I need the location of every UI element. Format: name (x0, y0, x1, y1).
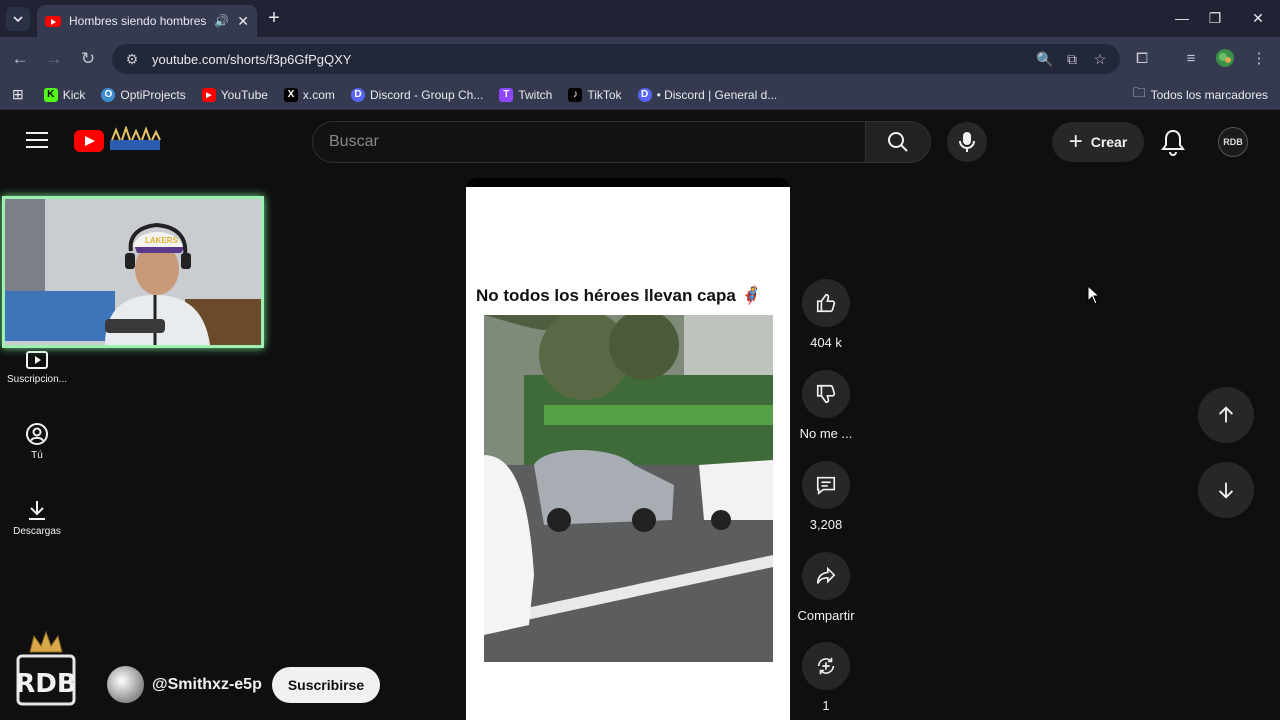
channel-banner-logo-icon (110, 126, 161, 150)
tab-title: Hombres siendo hombres # (69, 14, 207, 28)
menu-kebab-icon[interactable]: ⋮ (1248, 48, 1270, 70)
street-scene-image (484, 315, 773, 662)
remix-button[interactable] (802, 642, 850, 690)
search-button[interactable] (865, 121, 931, 163)
create-button[interactable]: + Crear (1052, 122, 1144, 162)
next-short-button[interactable] (1198, 462, 1254, 518)
bookmarks-bar: ⊞ K Kick O OptiProjects ▶ YouTube Xx.com DD… (0, 80, 1280, 110)
voice-search-button[interactable] (947, 122, 987, 162)
x-icon: X (283, 87, 298, 102)
like-action[interactable]: 404 k (791, 279, 861, 350)
profile-icon[interactable] (1214, 48, 1236, 70)
download-icon (29, 501, 45, 520)
zoom-icon[interactable]: 🔍 (1036, 51, 1053, 67)
youtube-favicon-icon (45, 15, 61, 27)
discord-icon: D (637, 87, 652, 102)
svg-text:RDB: RDB (15, 669, 76, 699)
like-count: 404 k (810, 335, 842, 350)
extensions-icon[interactable]: ⧠ (1131, 48, 1153, 70)
address-bar[interactable]: ⚙ youtube.com/shorts/f3p6GfPgQXY 🔍 ⧉ ☆ (112, 44, 1120, 74)
chevron-down-icon (13, 16, 23, 23)
search-input[interactable]: Buscar (312, 121, 866, 163)
subscribe-button[interactable]: Suscribirse (271, 666, 381, 703)
account-avatar[interactable]: RDB (1218, 127, 1248, 157)
bookmark-star-icon[interactable]: ☆ (1092, 51, 1108, 67)
back-arrow-icon[interactable]: ← (8, 47, 32, 71)
sidebar-item-downloads[interactable]: Descargas (1, 498, 73, 537)
bookmark-twitch[interactable]: T Twitch (491, 87, 560, 102)
bookmark-discord-general[interactable]: D • Discord | General d... (630, 87, 786, 102)
comment-count: 3,208 (809, 517, 843, 532)
webcam-overlay: LAKERS (2, 196, 264, 348)
close-tab-icon[interactable]: ✕ (237, 13, 249, 30)
bookmark-kick[interactable]: K Kick (36, 87, 94, 102)
discord-icon: D (350, 87, 365, 102)
streamer-webcam-image: LAKERS (5, 199, 261, 345)
arrow-down-icon (1218, 482, 1234, 499)
media-control-icon[interactable]: ≡ (1180, 48, 1202, 70)
dislike-button[interactable] (802, 370, 850, 418)
site-info-icon[interactable]: ⚙ (124, 51, 140, 67)
notifications-bell-icon[interactable] (1160, 128, 1186, 156)
sidebar-item-you[interactable]: Tú (1, 422, 73, 461)
new-tab-button[interactable]: + (263, 8, 285, 30)
channel-avatar[interactable] (107, 666, 144, 703)
remix-action[interactable]: 1 (791, 642, 861, 713)
mouse-cursor-icon (1087, 285, 1101, 305)
bookmark-optiprojects[interactable]: O OptiProjects (93, 87, 193, 102)
share-button[interactable] (802, 552, 850, 600)
reload-icon[interactable]: ↻ (76, 47, 100, 71)
optiprojects-icon: O (101, 87, 116, 102)
dislike-label: No me ... (799, 426, 853, 441)
active-tab[interactable]: Hombres siendo hombres # 🔊 ✕ (37, 5, 257, 37)
all-bookmarks-folder[interactable]: 🗀 Todos los marcadores (1125, 84, 1280, 106)
bookmark-tiktok[interactable]: ♪ TikTok (560, 87, 629, 102)
remix-count: 1 (822, 698, 830, 713)
tiktok-icon: ♪ (568, 87, 583, 102)
bookmark-discord-group[interactable]: D Discord - Group Ch... (343, 87, 491, 102)
share-arrow-icon (816, 566, 836, 584)
dislike-action[interactable]: No me ... (791, 370, 861, 441)
like-button[interactable] (802, 279, 850, 327)
channel-row: @Smithxz-e5p Suscribirse (107, 666, 381, 703)
comment-icon (816, 476, 836, 495)
comments-button[interactable] (802, 461, 850, 509)
bookmark-youtube[interactable]: ▶ YouTube (194, 87, 276, 102)
youtube-icon: ▶ (201, 87, 216, 102)
youtube-logo-icon[interactable] (74, 130, 104, 152)
guide-menu-button[interactable] (26, 132, 48, 152)
plus-icon: + (1068, 128, 1083, 155)
speaker-icon[interactable]: 🔊 (214, 14, 229, 28)
bookmark-x[interactable]: Xx.com (276, 87, 343, 102)
channel-handle[interactable]: @Smithxz-e5p (152, 676, 262, 694)
short-video-frame[interactable] (484, 315, 773, 662)
arrow-up-icon (1218, 406, 1234, 423)
comments-action[interactable]: 3,208 (791, 461, 861, 532)
search-icon (888, 132, 908, 152)
rdb-crown-logo-icon: RDB (15, 630, 77, 706)
previous-short-button[interactable] (1198, 387, 1254, 443)
tab-search-button[interactable] (6, 7, 30, 31)
user-circle-icon (26, 423, 48, 445)
share-action[interactable]: Compartir (791, 552, 861, 623)
close-window-button[interactable]: ✕ (1238, 6, 1278, 30)
short-caption: No todos los héroes llevan capa 🦸 (476, 286, 762, 305)
subscriptions-icon (26, 351, 48, 369)
remix-icon (817, 657, 835, 675)
share-label: Compartir (797, 608, 855, 623)
sidebar-item-subscriptions[interactable]: Suscripcion... (1, 348, 73, 385)
kick-icon: K (43, 87, 58, 102)
forward-arrow-icon[interactable]: → (42, 47, 66, 71)
install-app-icon[interactable]: ⧉ (1064, 51, 1080, 67)
thumbs-down-icon (816, 384, 836, 404)
thumbs-up-icon (816, 293, 836, 313)
url-text: youtube.com/shorts/f3p6GfPgQXY (152, 51, 352, 67)
apps-grid-icon[interactable]: ⊞ (0, 86, 36, 103)
twitch-icon: T (499, 87, 514, 102)
restore-button[interactable]: ❐ (1195, 6, 1235, 30)
svg-text:LAKERS: LAKERS (145, 236, 179, 245)
microphone-icon (959, 132, 975, 152)
folder-icon: 🗀 (1132, 84, 1146, 100)
